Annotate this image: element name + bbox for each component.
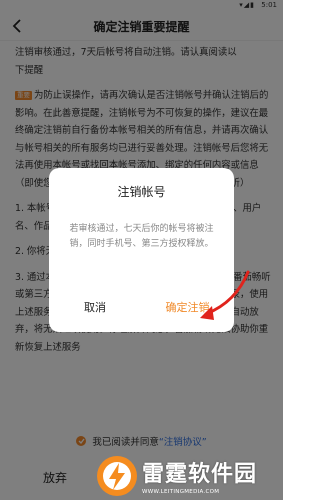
- watermark-logo-icon: [97, 455, 137, 496]
- dialog-message: 若审核通过，七天后你的帐号将被注销，同时手机号、第三方授权释放。: [69, 224, 214, 249]
- watermark-title: 雷霆软件园: [142, 462, 258, 487]
- watermark-url: WWW.LEITINGMEDIA.COM: [142, 489, 220, 495]
- cancel-button[interactable]: 取消: [49, 299, 141, 315]
- dialog-title: 注销帐号: [117, 185, 166, 199]
- watermark: 雷霆软件园 WWW.LEITINGMEDIA.COM: [96, 451, 283, 500]
- red-arrow-icon: [200, 270, 250, 320]
